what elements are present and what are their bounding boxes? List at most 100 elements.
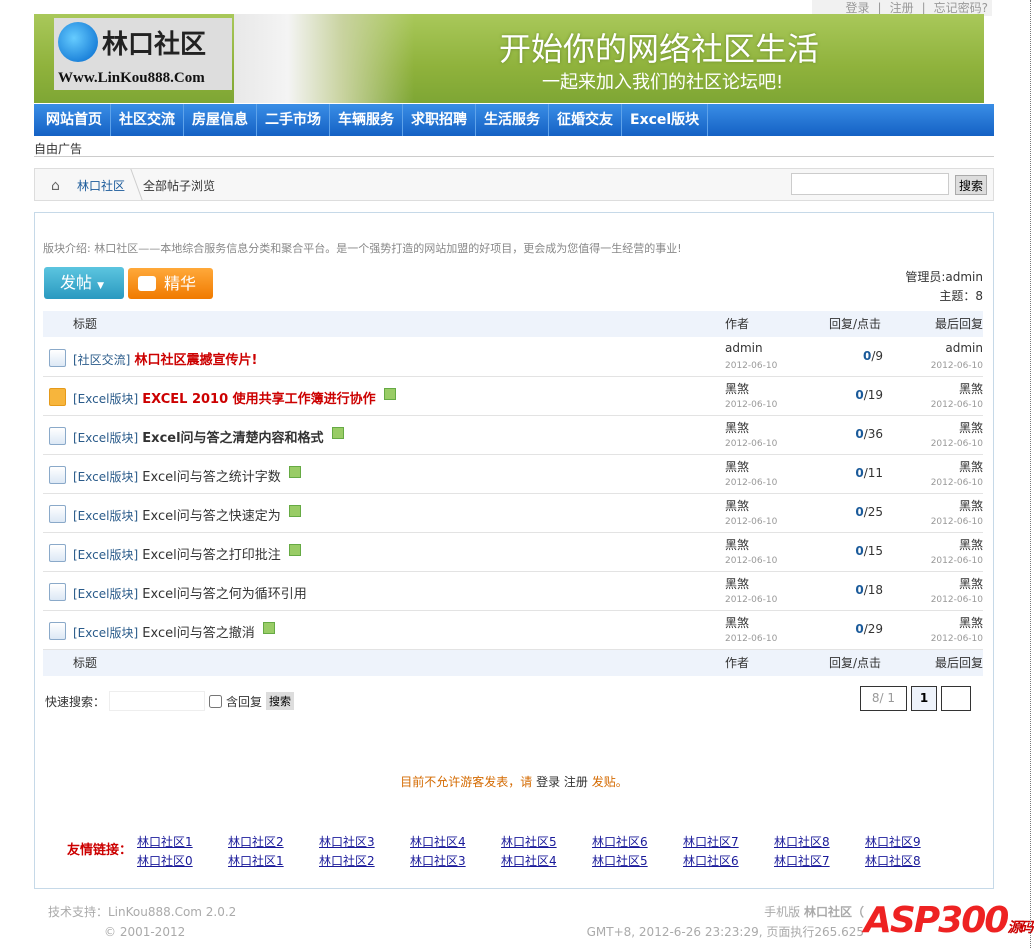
friend-link[interactable]: 林口社区2 <box>319 852 410 869</box>
quick-search-label: 快速搜索： <box>45 694 106 709</box>
view-count: /18 <box>863 583 883 597</box>
post-button[interactable]: 发帖 ▼ <box>44 267 124 299</box>
last-reply-user[interactable]: 黑煞 <box>959 419 983 436</box>
friend-link[interactable]: 林口社区2 <box>228 833 319 850</box>
last-reply-user[interactable]: admin <box>945 341 983 355</box>
notice-register-link[interactable]: 注册 <box>564 775 588 789</box>
thread-category[interactable]: [Excel版块] <box>73 509 138 523</box>
thread-date: 2012-06-10 <box>725 478 778 488</box>
page-1[interactable]: 1 <box>911 686 937 711</box>
thread-author[interactable]: admin <box>725 341 763 355</box>
board-info: 管理员:admin 主题：8 <box>905 268 983 306</box>
thread-category[interactable]: [Excel版块] <box>73 392 138 406</box>
last-reply-user[interactable]: 黑煞 <box>959 536 983 553</box>
thread-title[interactable]: 林口社区震撼宣传片! <box>135 353 258 368</box>
quick-search-input[interactable] <box>109 691 206 711</box>
nav-item[interactable]: Excel版块 <box>622 104 709 136</box>
last-reply-user[interactable]: 黑煞 <box>959 497 983 514</box>
nav-item[interactable]: 二手市场 <box>257 104 330 136</box>
mobile-link[interactable]: 手机版 <box>764 905 800 919</box>
friend-link[interactable]: 林口社区1 <box>137 833 228 850</box>
forgot-password-link[interactable]: 忘记密码? <box>934 1 988 15</box>
login-link[interactable]: 登录 <box>846 1 870 15</box>
footer-left: 技术支持：LinKou888.Com 2.0.2 © 2001-2012 <box>48 902 236 942</box>
friend-link[interactable]: 林口社区9 <box>865 833 956 850</box>
thread-category[interactable]: [Excel版块] <box>73 470 138 484</box>
nav-item[interactable]: 房屋信息 <box>184 104 257 136</box>
col-title: 标题 <box>73 656 98 670</box>
friend-link[interactable]: 林口社区6 <box>592 833 683 850</box>
nav-item[interactable]: 征婚交友 <box>549 104 622 136</box>
thread-author[interactable]: 黑煞 <box>725 575 749 592</box>
page-next[interactable] <box>941 686 971 711</box>
nav-item[interactable]: 车辆服务 <box>330 104 403 136</box>
friend-link[interactable]: 林口社区4 <box>501 852 592 869</box>
best-button[interactable]: 精华 <box>128 268 213 299</box>
nav-item[interactable]: 生活服务 <box>476 104 549 136</box>
thread-title[interactable]: Excel问与答之统计字数 <box>142 470 280 485</box>
friend-link[interactable]: 林口社区7 <box>774 852 865 869</box>
thread-category[interactable]: [社区交流] <box>73 353 130 367</box>
search-input[interactable] <box>791 173 949 195</box>
last-reply-user[interactable]: 黑煞 <box>959 614 983 631</box>
view-count: /11 <box>863 466 883 480</box>
scrollbar[interactable] <box>1030 0 1034 948</box>
breadcrumb-home[interactable]: 林口社区 <box>77 177 125 194</box>
friend-link[interactable]: 林口社区0 <box>137 852 228 869</box>
include-replies-label: 含回复 <box>226 694 263 709</box>
thread-title[interactable]: Excel问与答之清楚内容和格式 <box>142 431 323 446</box>
thread-date: 2012-06-10 <box>725 517 778 527</box>
last-reply-user[interactable]: 黑煞 <box>959 575 983 592</box>
last-reply-user[interactable]: 黑煞 <box>959 380 983 397</box>
friend-link[interactable]: 林口社区8 <box>865 852 956 869</box>
document-icon <box>49 505 66 523</box>
friend-link[interactable]: 林口社区3 <box>319 833 410 850</box>
home-icon[interactable]: ⌂ <box>51 178 60 194</box>
document-icon <box>49 622 66 640</box>
watermark-logo: ASP300源码 <box>864 900 1033 941</box>
thread-date: 2012-06-10 <box>725 634 778 644</box>
thread-author[interactable]: 黑煞 <box>725 536 749 553</box>
thread-date: 2012-06-10 <box>725 439 778 449</box>
register-link[interactable]: 注册 <box>890 1 914 15</box>
friend-link[interactable]: 林口社区1 <box>228 852 319 869</box>
nav-item[interactable]: 社区交流 <box>111 104 184 136</box>
friend-link[interactable]: 林口社区6 <box>683 852 774 869</box>
thread-title[interactable]: Excel问与答之何为循环引用 <box>142 587 306 602</box>
quick-search-button[interactable]: 搜索 <box>266 692 295 710</box>
image-icon <box>288 466 301 478</box>
reply-count: 0 <box>855 544 864 558</box>
thread-author[interactable]: 黑煞 <box>725 380 749 397</box>
thread-author[interactable]: 黑煞 <box>725 458 749 475</box>
nav-item[interactable]: 网站首页 <box>38 104 111 136</box>
thread-title[interactable]: EXCEL 2010 使用共享工作簿进行协作 <box>142 392 375 407</box>
friend-link[interactable]: 林口社区5 <box>501 833 592 850</box>
include-replies-checkbox[interactable] <box>209 694 223 708</box>
thread-author[interactable]: 黑煞 <box>725 419 749 436</box>
table-header: 标题 作者 回复/点击 最后回复 <box>43 311 983 337</box>
thread-category[interactable]: [Excel版块] <box>73 626 138 640</box>
friend-link[interactable]: 林口社区5 <box>592 852 683 869</box>
col-author: 作者 <box>725 317 750 331</box>
table-row: [Excel版块] Excel问与答之撤消 黑煞 2012-06-10 0/29… <box>43 611 983 650</box>
logo[interactable]: 林口社区 Www.LinKou888.Com <box>54 18 232 90</box>
thread-author[interactable]: 黑煞 <box>725 497 749 514</box>
table-row: [Excel版块] Excel问与答之快速定为 黑煞 2012-06-10 0/… <box>43 494 983 533</box>
thread-title[interactable]: Excel问与答之打印批注 <box>142 548 280 563</box>
thread-category[interactable]: [Excel版块] <box>73 587 138 601</box>
friend-link[interactable]: 林口社区3 <box>410 852 501 869</box>
friend-link[interactable]: 林口社区4 <box>410 833 501 850</box>
notice-login-link[interactable]: 登录 <box>536 775 560 789</box>
nav-item[interactable]: 求职招聘 <box>403 104 476 136</box>
thread-title[interactable]: Excel问与答之快速定为 <box>142 509 280 524</box>
thread-category[interactable]: [Excel版块] <box>73 548 138 562</box>
friend-link[interactable]: 林口社区7 <box>683 833 774 850</box>
search-button[interactable]: 搜索 <box>955 175 987 195</box>
thread-category[interactable]: [Excel版块] <box>73 431 138 445</box>
friend-link[interactable]: 林口社区8 <box>774 833 865 850</box>
guest-notice: 目前不允许游客发表，请 登录 注册 发贴。 <box>35 773 993 790</box>
thread-author[interactable]: 黑煞 <box>725 614 749 631</box>
thread-title[interactable]: Excel问与答之撤消 <box>142 626 254 641</box>
last-reply-user[interactable]: 黑煞 <box>959 458 983 475</box>
document-icon <box>49 427 66 445</box>
